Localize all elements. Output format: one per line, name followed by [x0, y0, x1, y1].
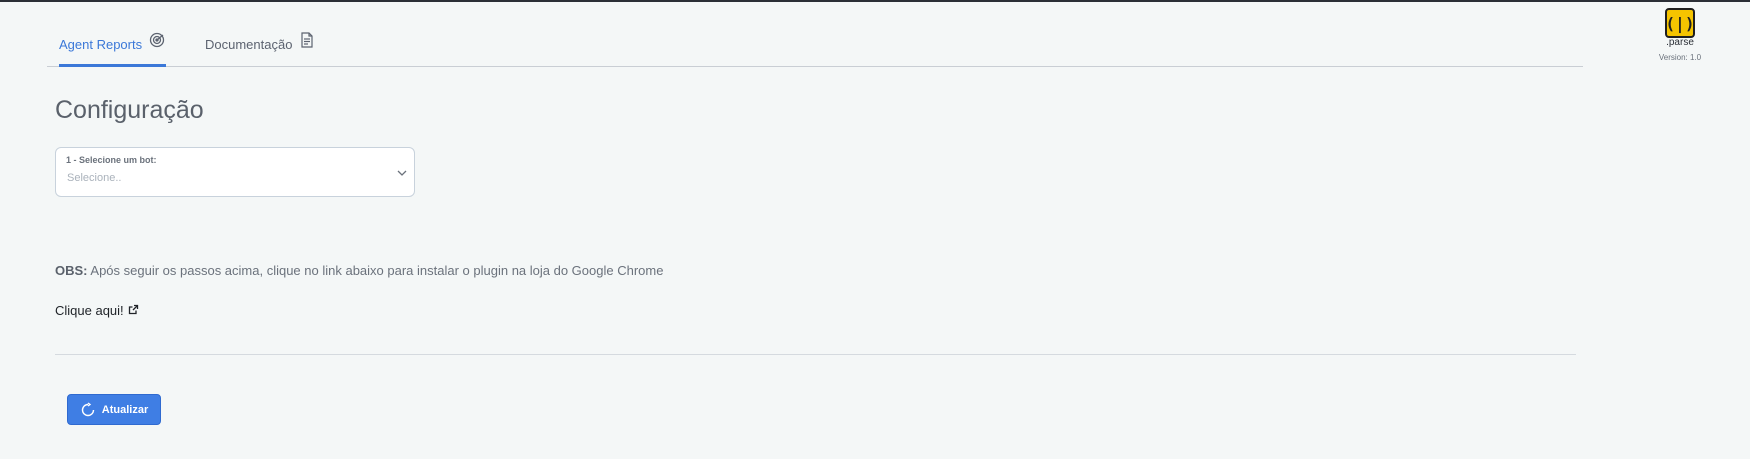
bot-select-label: 1 - Selecione um bot:	[66, 155, 157, 165]
document-icon	[298, 31, 316, 49]
tab-agent-reports-label: Agent Reports	[59, 37, 143, 52]
brand-name: .parse	[1666, 37, 1694, 48]
refresh-button-label: Atualizar	[101, 403, 149, 416]
refresh-button[interactable]: Atualizar	[67, 394, 161, 425]
install-plugin-link[interactable]: Clique aqui!	[55, 303, 139, 318]
notice-prefix: OBS:	[55, 263, 88, 278]
external-link-icon	[128, 303, 139, 315]
tab-agent-reports[interactable]: Agent Reports	[59, 24, 167, 67]
version-label: Version: 1.0	[1658, 53, 1702, 62]
top-border	[0, 0, 1750, 2]
tab-documentacao-label: Documentação	[205, 37, 293, 52]
bot-select-placeholder: Selecione..	[67, 172, 122, 184]
tab-bar: Agent Reports Documentação	[47, 24, 1583, 67]
install-link-label: Clique aqui!	[55, 303, 124, 318]
bot-select[interactable]: 1 - Selecione um bot: Selecione..	[55, 147, 415, 197]
brand-logo: (|) .parse Version: 1.0	[1640, 8, 1720, 62]
install-notice: OBS: Após seguir os passos acima, clique…	[55, 263, 663, 278]
radar-icon	[148, 31, 166, 49]
notice-text: Após seguir os passos acima, clique no l…	[87, 263, 664, 278]
parse-logo-icon: (|)	[1665, 8, 1695, 38]
refresh-icon	[80, 401, 96, 418]
page-title: Configuração	[55, 96, 204, 124]
chevron-down-icon	[396, 166, 408, 178]
tab-documentacao[interactable]: Documentação	[205, 24, 316, 65]
section-divider	[55, 354, 1576, 355]
